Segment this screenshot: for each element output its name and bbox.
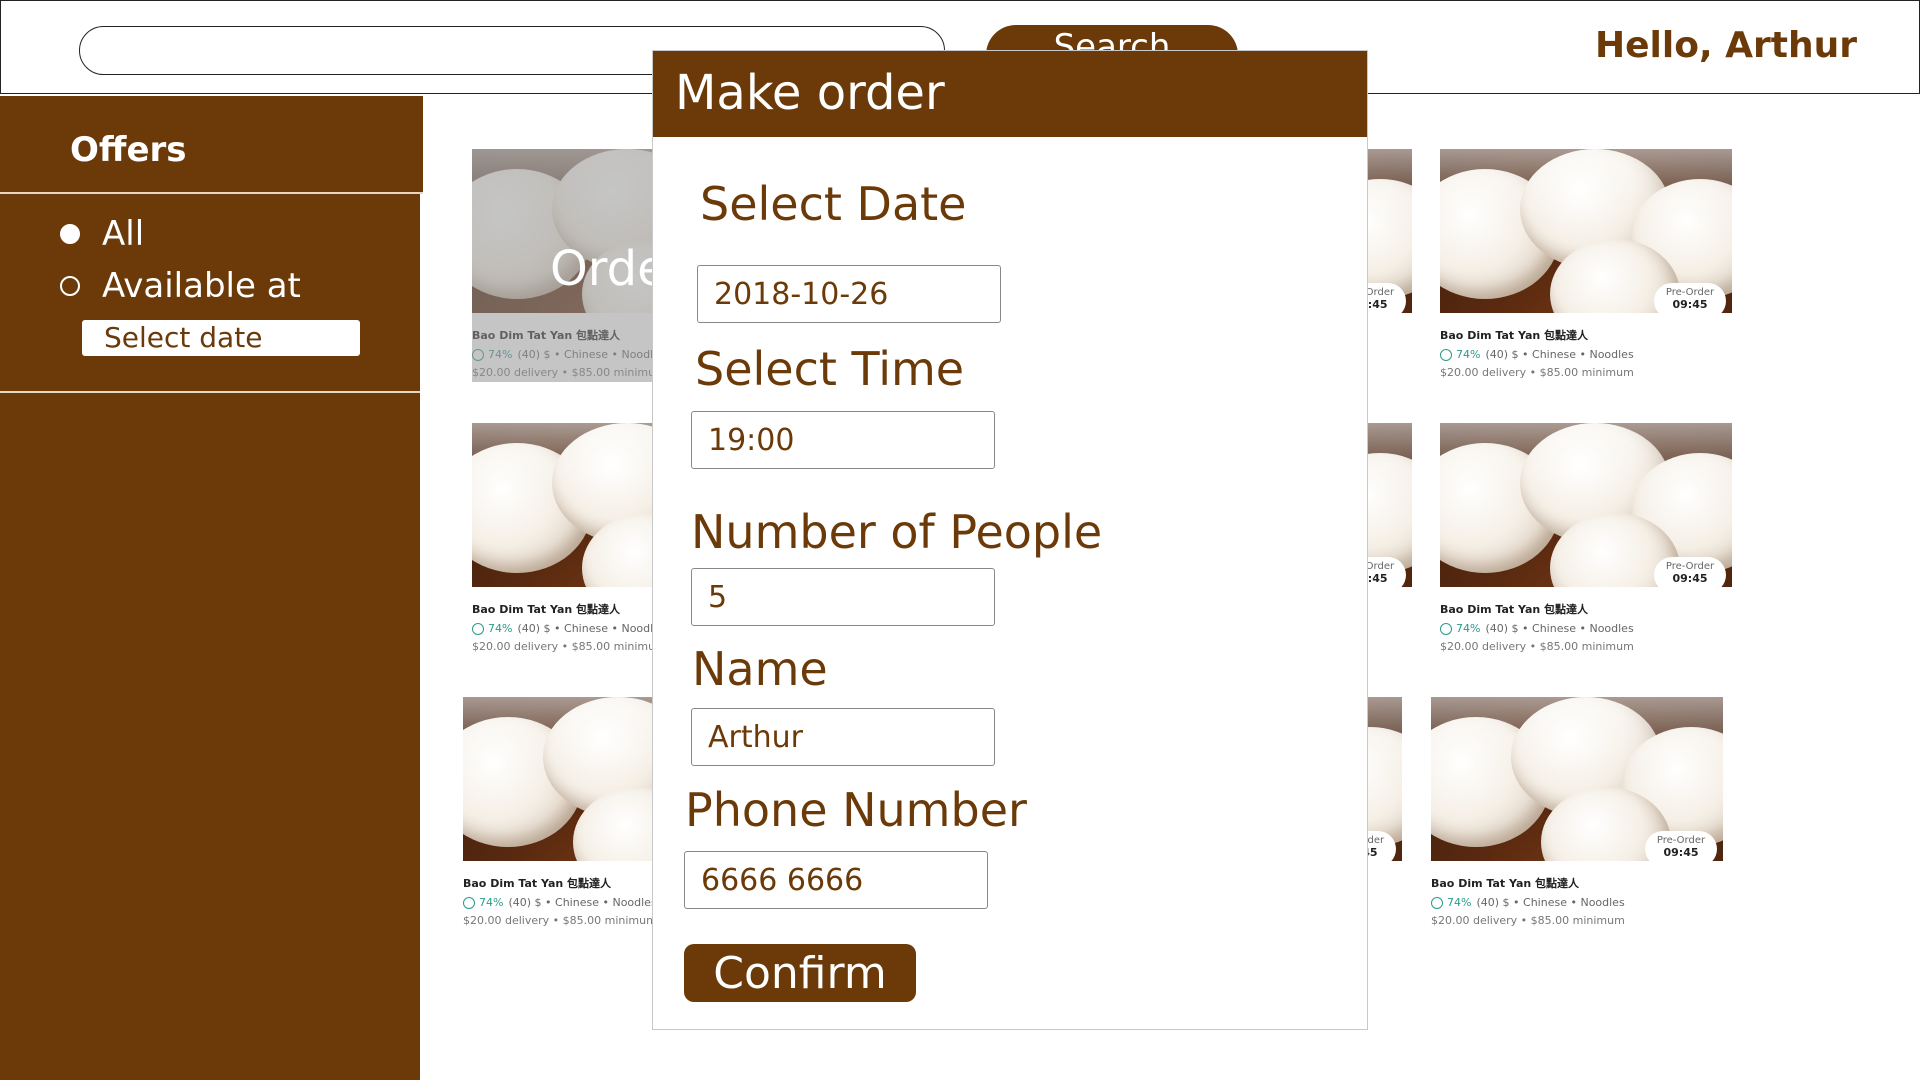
cuisine-tags: Chinese • Noodles — [1523, 896, 1625, 909]
restaurant-card[interactable]: Pre-Order09:45 Bao Dim Tat Yan 包點達人 74% (40… — [1440, 423, 1732, 653]
rating-percent: 74% — [1456, 348, 1481, 361]
preorder-badge: Pre-Order09:45 — [1645, 831, 1717, 861]
filter-date-picker[interactable]: Select date — [82, 320, 360, 356]
badge-label: Pre-Order — [1656, 835, 1706, 846]
review-count: (40) — [517, 622, 541, 635]
rating-percent: 74% — [1447, 896, 1472, 909]
restaurant-card[interactable]: Pre-Order09:45 Bao Dim Tat Yan 包點達人 74% (40… — [1431, 697, 1723, 927]
badge-label: Pre-Order — [1665, 561, 1715, 572]
time-label: Select Time — [695, 342, 965, 396]
modal-title: Make order — [675, 65, 945, 121]
restaurant-name[interactable]: Bao Dim Tat Yan 包點達人 — [1440, 601, 1732, 617]
people-label: Number of People — [691, 505, 1103, 559]
make-order-modal: Make order Select Date Select Time Numbe… — [652, 50, 1368, 1030]
phone-input[interactable] — [684, 851, 988, 909]
review-count: (40) — [1476, 896, 1500, 909]
preorder-badge: Pre-Order09:45 — [1654, 283, 1726, 313]
badge-label: Pre-Order — [1665, 287, 1715, 298]
restaurant-meta: 74%(40) $ • Chinese • Noodles — [1431, 896, 1723, 909]
restaurant-image: Pre-Order09:45 — [1440, 423, 1732, 587]
name-label: Name — [692, 642, 828, 696]
restaurant-meta: 74%(40) $ • Chinese • Noodles — [1440, 348, 1732, 361]
price-level: $ — [1502, 896, 1510, 909]
filter-option-all[interactable]: All — [60, 214, 144, 254]
rating-icon — [463, 896, 475, 909]
delivery-info: $20.00 delivery • $85.00 minimum — [1440, 366, 1634, 379]
offers-header: Offers — [0, 96, 423, 194]
rating-percent: 74% — [488, 622, 513, 635]
filter-option-available-at[interactable]: Available at — [60, 266, 301, 306]
restaurant-name[interactable]: Bao Dim Tat Yan 包點達人 — [1431, 875, 1723, 891]
cuisine-tags: Chinese • Noodles — [1532, 622, 1634, 635]
offers-title: Offers — [70, 130, 187, 170]
user-greeting: Hello, Arthur — [1594, 25, 1857, 66]
modal-header: Make order — [653, 51, 1367, 137]
restaurant-meta: 74%(40) $ • Chinese • Noodles — [1440, 622, 1732, 635]
phone-label: Phone Number — [685, 783, 1027, 837]
delivery-info: $20.00 delivery • $85.00 minimum — [1440, 640, 1634, 653]
sidebar-divider — [0, 391, 420, 393]
rating-percent: 74% — [479, 896, 504, 909]
review-count: (40) — [1485, 622, 1509, 635]
price-level: $ — [543, 622, 551, 635]
confirm-button[interactable]: Confirm — [684, 944, 916, 1002]
review-count: (40) — [508, 896, 532, 909]
cuisine-tags: Chinese • Noodles — [564, 622, 666, 635]
restaurant-image: Pre-Order09:45 — [1431, 697, 1723, 861]
cuisine-tags: Chinese • Noodles — [555, 896, 657, 909]
delivery-info: $20.00 delivery • $85.00 minimum — [1431, 914, 1625, 927]
price-level: $ — [1511, 622, 1519, 635]
radio-unselected-icon[interactable] — [60, 276, 80, 296]
badge-time: 09:45 — [1672, 572, 1708, 585]
date-input[interactable] — [697, 265, 1001, 323]
badge-time: 09:45 — [1672, 298, 1708, 311]
filter-option-label: Available at — [102, 266, 301, 306]
rating-icon — [1440, 622, 1452, 635]
preorder-badge: Pre-Order09:45 — [1654, 557, 1726, 587]
rating-percent: 74% — [1456, 622, 1481, 635]
restaurant-name[interactable]: Bao Dim Tat Yan 包點達人 — [1440, 327, 1732, 343]
radio-selected-icon[interactable] — [60, 224, 80, 244]
restaurant-image: Pre-Order09:45 — [1440, 149, 1732, 313]
filter-option-label: All — [102, 214, 145, 254]
badge-time: 09:45 — [1663, 846, 1699, 859]
rating-icon — [1440, 348, 1452, 361]
date-label: Select Date — [700, 177, 967, 231]
offers-sidebar: Offers All Available at Select date — [0, 96, 423, 1080]
cuisine-tags: Chinese • Noodles — [1532, 348, 1634, 361]
price-level: $ — [534, 896, 542, 909]
people-input[interactable] — [691, 568, 995, 626]
time-input[interactable] — [691, 411, 995, 469]
review-count: (40) — [1485, 348, 1509, 361]
restaurant-card[interactable]: Pre-Order09:45 Bao Dim Tat Yan 包點達人 74% (40… — [1440, 149, 1732, 379]
price-level: $ — [1511, 348, 1519, 361]
rating-icon — [1431, 896, 1443, 909]
name-input[interactable] — [691, 708, 995, 766]
rating-icon — [472, 622, 484, 635]
